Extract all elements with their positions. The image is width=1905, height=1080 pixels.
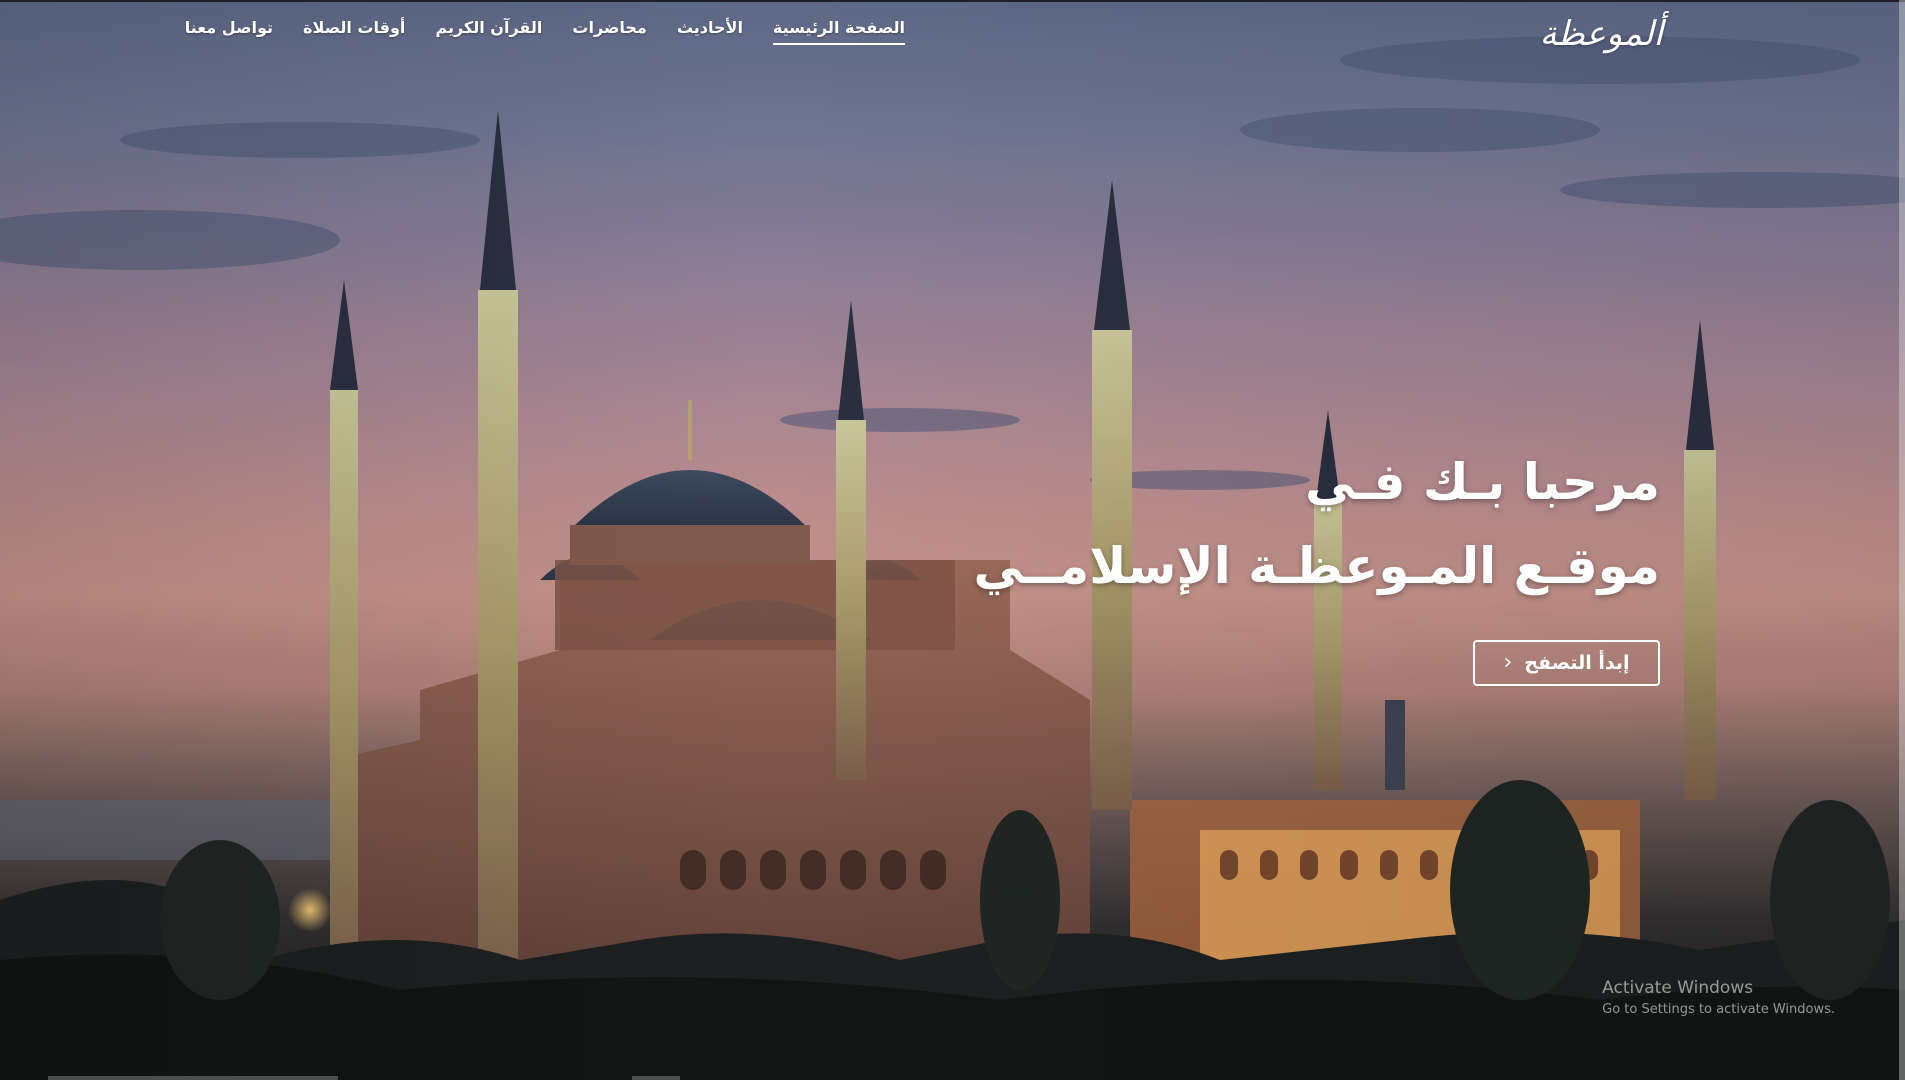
start-browsing-label: إبدأ التصفح xyxy=(1524,652,1630,674)
chevron-left-icon: ‹ xyxy=(1503,650,1513,675)
nav-link-contact[interactable]: تواصل معنا xyxy=(185,18,273,43)
nav-item-quran: القرآن الكريم xyxy=(435,18,542,45)
nav-item-home: الصفحة الرئيسية xyxy=(772,18,905,45)
nav-item-hadith: الأحاديث xyxy=(677,18,743,45)
watermark-subtitle: Go to Settings to activate Windows. xyxy=(1602,1002,1835,1017)
nav-link-prayer-times[interactable]: أوقات الصلاة xyxy=(303,18,405,43)
start-browsing-button[interactable]: إبدأ التصفح ‹ xyxy=(1473,640,1660,686)
nav-link-hadith[interactable]: الأحاديث xyxy=(677,18,743,43)
nav-item-lectures: محاضرات xyxy=(572,18,646,45)
nav-menu: الصفحة الرئيسية الأحاديث محاضرات القرآن … xyxy=(185,18,905,45)
windows-activation-watermark: Activate Windows Go to Settings to activ… xyxy=(1602,978,1835,1017)
bottom-indicator-secondary xyxy=(632,1076,680,1080)
site-logo[interactable]: ألموعظة xyxy=(1540,14,1664,54)
nav-item-contact: تواصل معنا xyxy=(185,18,273,45)
scrollbar-thumb[interactable] xyxy=(1899,0,1905,1080)
hero-title-line-2: موقـع المـوعظـة الإسلامــي xyxy=(973,537,1660,595)
watermark-title: Activate Windows xyxy=(1602,978,1754,998)
nav-link-home[interactable]: الصفحة الرئيسية xyxy=(772,18,905,45)
top-edge xyxy=(0,0,1905,2)
vertical-scrollbar[interactable] xyxy=(1899,0,1905,1080)
bottom-indicator xyxy=(48,1076,338,1080)
hero-heading: مرحبا بـك فـي موقـع المـوعظـة الإسلامــي xyxy=(900,440,1660,608)
hero-title-line-1: مرحبا بـك فـي xyxy=(1305,453,1660,511)
navbar: ألموعظة الصفحة الرئيسية الأحاديث محاضرات… xyxy=(185,14,1905,54)
nav-link-lectures[interactable]: محاضرات xyxy=(572,18,646,43)
nav-link-quran[interactable]: القرآن الكريم xyxy=(435,18,542,43)
nav-item-prayer-times: أوقات الصلاة xyxy=(303,18,405,45)
